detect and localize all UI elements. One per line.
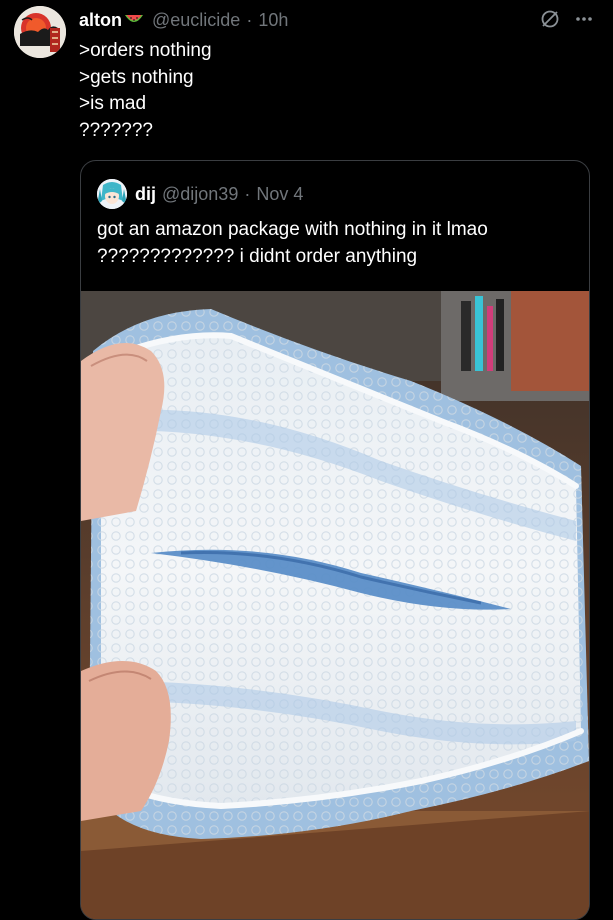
photo-illustration: [81, 291, 589, 919]
quoted-author-handle[interactable]: @dijon39: [162, 184, 238, 205]
quoted-tweet-header: dij @dijon39 · Nov 4: [97, 179, 303, 209]
quoted-author-avatar[interactable]: [97, 179, 127, 209]
tweet-header: alton @euclicide · 10h: [79, 6, 288, 34]
avatar-image: [14, 6, 66, 58]
tweet-line: ???????: [79, 119, 153, 141]
quoted-tweet-text: got an amazon package with nothing in it…: [97, 217, 567, 270]
quoted-tweet-line: ????????????? i didnt order anything: [97, 245, 418, 267]
quoted-header-separator: ·: [244, 183, 251, 204]
grok-icon[interactable]: [539, 8, 561, 30]
header-separator: ·: [246, 9, 253, 30]
tweet-line: >gets nothing: [79, 66, 194, 88]
author-handle[interactable]: @euclicide: [152, 10, 240, 31]
tweet-line: >is mad: [79, 93, 147, 114]
author-display-name[interactable]: alton: [79, 10, 122, 31]
author-avatar[interactable]: [14, 6, 66, 58]
quoted-tweet-date[interactable]: Nov 4: [256, 184, 303, 205]
tweet-top-actions: [539, 8, 593, 30]
quoted-tweet-line: got an amazon package with nothing in it…: [97, 219, 488, 240]
empty-bubble-mailer-photo[interactable]: [81, 291, 589, 919]
quoted-avatar-image: [97, 179, 127, 209]
tweet[interactable]: alton @euclicide · 10h >orders nothing >…: [0, 0, 613, 920]
quoted-tweet-card[interactable]: dij @dijon39 · Nov 4 got an amazon packa…: [80, 160, 590, 920]
quoted-author-display-name[interactable]: dij: [135, 184, 156, 205]
watermelon-icon: [124, 13, 144, 27]
tweet-timestamp[interactable]: 10h: [258, 10, 288, 31]
tweet-text: >orders nothing >gets nothing >is mad ??…: [79, 38, 579, 144]
more-icon[interactable]: [575, 16, 593, 22]
tweet-line: >orders nothing: [79, 40, 212, 61]
